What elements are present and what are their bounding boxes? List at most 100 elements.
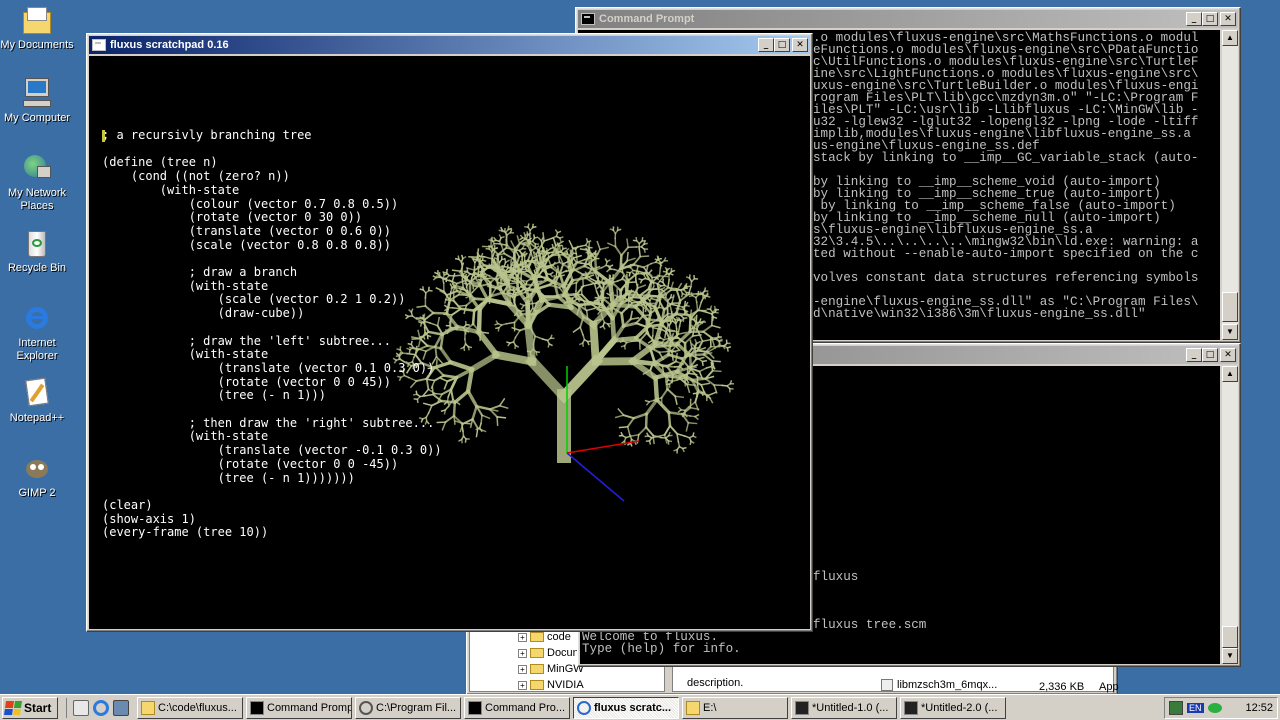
desktop-icon-my-network-places[interactable]: My Network Places <box>0 152 74 213</box>
gimp-icon <box>21 452 53 484</box>
code-line: ; then draw the 'right' subtree... <box>102 415 435 430</box>
task-command-prompt-2[interactable]: Command Pro... <box>464 696 570 719</box>
console-icon <box>250 700 264 715</box>
desktop-icon-recycle-bin[interactable]: Recycle Bin <box>0 227 74 275</box>
start-button[interactable]: Start <box>2 696 58 719</box>
scroll-down-arrow[interactable]: ▼ <box>1222 648 1238 664</box>
task-explorer-e[interactable]: E:\ <box>682 696 788 719</box>
code-line: (translate (vector -0.1 0.3 0)) <box>102 443 442 458</box>
minimize-button[interactable]: _ <box>1186 348 1202 362</box>
desktop-icon-gimp-2[interactable]: GIMP 2 <box>0 452 74 500</box>
folder-icon <box>21 4 53 36</box>
scroll-down-arrow[interactable]: ▼ <box>1222 324 1238 340</box>
code-line: ; draw a branch <box>102 265 298 280</box>
maximize-button[interactable]: □ <box>1202 12 1218 26</box>
network-icon <box>21 152 53 184</box>
quick-launch <box>66 697 129 718</box>
task-fluxus-scratchpad[interactable]: fluxus scratc... <box>573 696 679 719</box>
code-editor[interactable]: ; a recursivly branching tree (define (t… <box>102 128 442 540</box>
desktop-icon-my-computer[interactable]: My Computer <box>0 77 74 125</box>
task-untitled-1[interactable]: *Untitled-1.0 (... <box>791 696 897 719</box>
show-desktop-icon[interactable] <box>73 699 89 716</box>
tree-item-mingw[interactable]: + MinGW <box>518 663 584 675</box>
expand-icon[interactable]: + <box>518 632 527 642</box>
code-line: (draw-cube)) <box>102 306 305 321</box>
folder-icon <box>530 632 544 642</box>
code-line: (translate (vector 0 0.6 0)) <box>102 223 391 238</box>
scroll-up-arrow[interactable]: ▲ <box>1222 366 1238 382</box>
tree-item-code[interactable]: + code <box>518 631 571 643</box>
scroll-up-arrow[interactable]: ▲ <box>1222 30 1238 46</box>
code-line: (tree (- n 1))) <box>102 388 326 403</box>
maximize-button[interactable]: □ <box>1202 348 1218 362</box>
windows-logo-icon <box>4 700 22 715</box>
code-line: (scale (vector 0.2 1 0.2)) <box>102 292 406 307</box>
titlebar[interactable]: fluxus scratchpad 0.16 _ □ ✕ <box>89 36 810 54</box>
desktop-icon-internet-explorer[interactable]: Internet Explorer <box>0 302 74 363</box>
fluxus-scratchpad-window[interactable]: fluxus scratchpad 0.16 _ □ ✕ ; a recursi… <box>86 33 813 632</box>
code-line: (with-state <box>102 347 269 362</box>
x-axis-line <box>566 440 640 454</box>
scroll-thumb[interactable] <box>1222 626 1238 648</box>
code-line: (with-state <box>102 429 269 444</box>
vertical-scrollbar[interactable]: ▲ ▼ <box>1222 30 1238 340</box>
maximize-button[interactable]: □ <box>774 38 790 52</box>
task-explorer-program-files[interactable]: C:\Program Fil... <box>355 696 461 719</box>
vertical-scrollbar[interactable]: ▲ ▼ <box>1222 366 1238 664</box>
file-row[interactable]: libmzsch3m_6mqx... <box>881 679 997 691</box>
console-line: d\native\win32\i386\3m\fluxus-engine_ss.… <box>813 307 1146 321</box>
window-controls: _ □ ✕ <box>1186 12 1236 26</box>
tree-item-nvidia[interactable]: + NVIDIA <box>518 679 584 691</box>
titlebar[interactable]: Command Prompt _ □ ✕ <box>578 10 1238 28</box>
code-line: (colour (vector 0.7 0.8 0.5)) <box>102 196 399 211</box>
console-line: ted without --enable-auto-import specifi… <box>813 247 1199 261</box>
network-icon[interactable] <box>1169 701 1183 715</box>
console-line: fluxus <box>813 570 859 584</box>
internet-explorer-icon[interactable] <box>93 699 109 716</box>
expand-icon[interactable]: + <box>518 680 527 690</box>
media-icon[interactable] <box>113 699 129 716</box>
close-button[interactable]: ✕ <box>1220 348 1236 362</box>
task-untitled-2[interactable]: *Untitled-2.0 (... <box>900 696 1006 719</box>
code-line: (every-frame (tree 10)) <box>102 525 269 540</box>
window-title: fluxus scratchpad 0.16 <box>110 39 229 51</box>
window-controls: _ □ ✕ <box>1186 348 1236 362</box>
system-tray: EN 12:52 <box>1164 697 1278 719</box>
expand-icon[interactable]: + <box>518 648 527 658</box>
notepad-icon <box>21 377 53 409</box>
internet-explorer-icon <box>21 302 53 334</box>
desktop-icon-notepad-plus-plus[interactable]: Notepad++ <box>0 377 74 425</box>
recycle-bin-icon <box>21 227 53 259</box>
task-explorer-code-fluxus[interactable]: C:\code\fluxus... <box>137 696 243 719</box>
code-line: ; draw the 'left' subtree... <box>102 333 391 348</box>
console-line: stack by linking to __imp__GC_variable_s… <box>813 151 1199 165</box>
code-line: (rotate (vector 0 0 -45)) <box>102 456 399 471</box>
language-indicator[interactable]: EN <box>1187 703 1204 713</box>
console-line: volves constant data structures referenc… <box>813 271 1199 285</box>
expand-icon[interactable]: + <box>518 664 527 674</box>
code-line: (scale (vector 0.8 0.8 0.8)) <box>102 237 391 252</box>
minimize-button[interactable]: _ <box>1186 12 1202 26</box>
code-line: ; a recursivly branching tree <box>102 128 312 142</box>
search-icon <box>359 700 373 715</box>
tree-item-documents[interactable]: + Docun <box>518 647 579 659</box>
window-controls: _ □ ✕ <box>758 38 808 52</box>
window-title: Command Prompt <box>599 13 695 25</box>
close-button[interactable]: ✕ <box>1220 12 1236 26</box>
app-icon <box>92 39 106 51</box>
app-icon <box>577 700 591 715</box>
code-line: (cond ((not (zero? n)) <box>102 169 290 184</box>
desktop-icon-my-documents[interactable]: My Documents <box>0 4 74 52</box>
scroll-thumb[interactable] <box>1222 292 1238 322</box>
folder-icon <box>530 664 544 674</box>
z-axis-line <box>566 452 625 502</box>
close-button[interactable]: ✕ <box>792 38 808 52</box>
code-line: (rotate (vector 0 30 0)) <box>102 210 363 225</box>
nvidia-icon[interactable] <box>1207 703 1222 713</box>
minimize-button[interactable]: _ <box>758 38 774 52</box>
code-line: (clear) <box>102 497 153 512</box>
task-command-prompt-1[interactable]: Command Prompt <box>246 696 352 719</box>
